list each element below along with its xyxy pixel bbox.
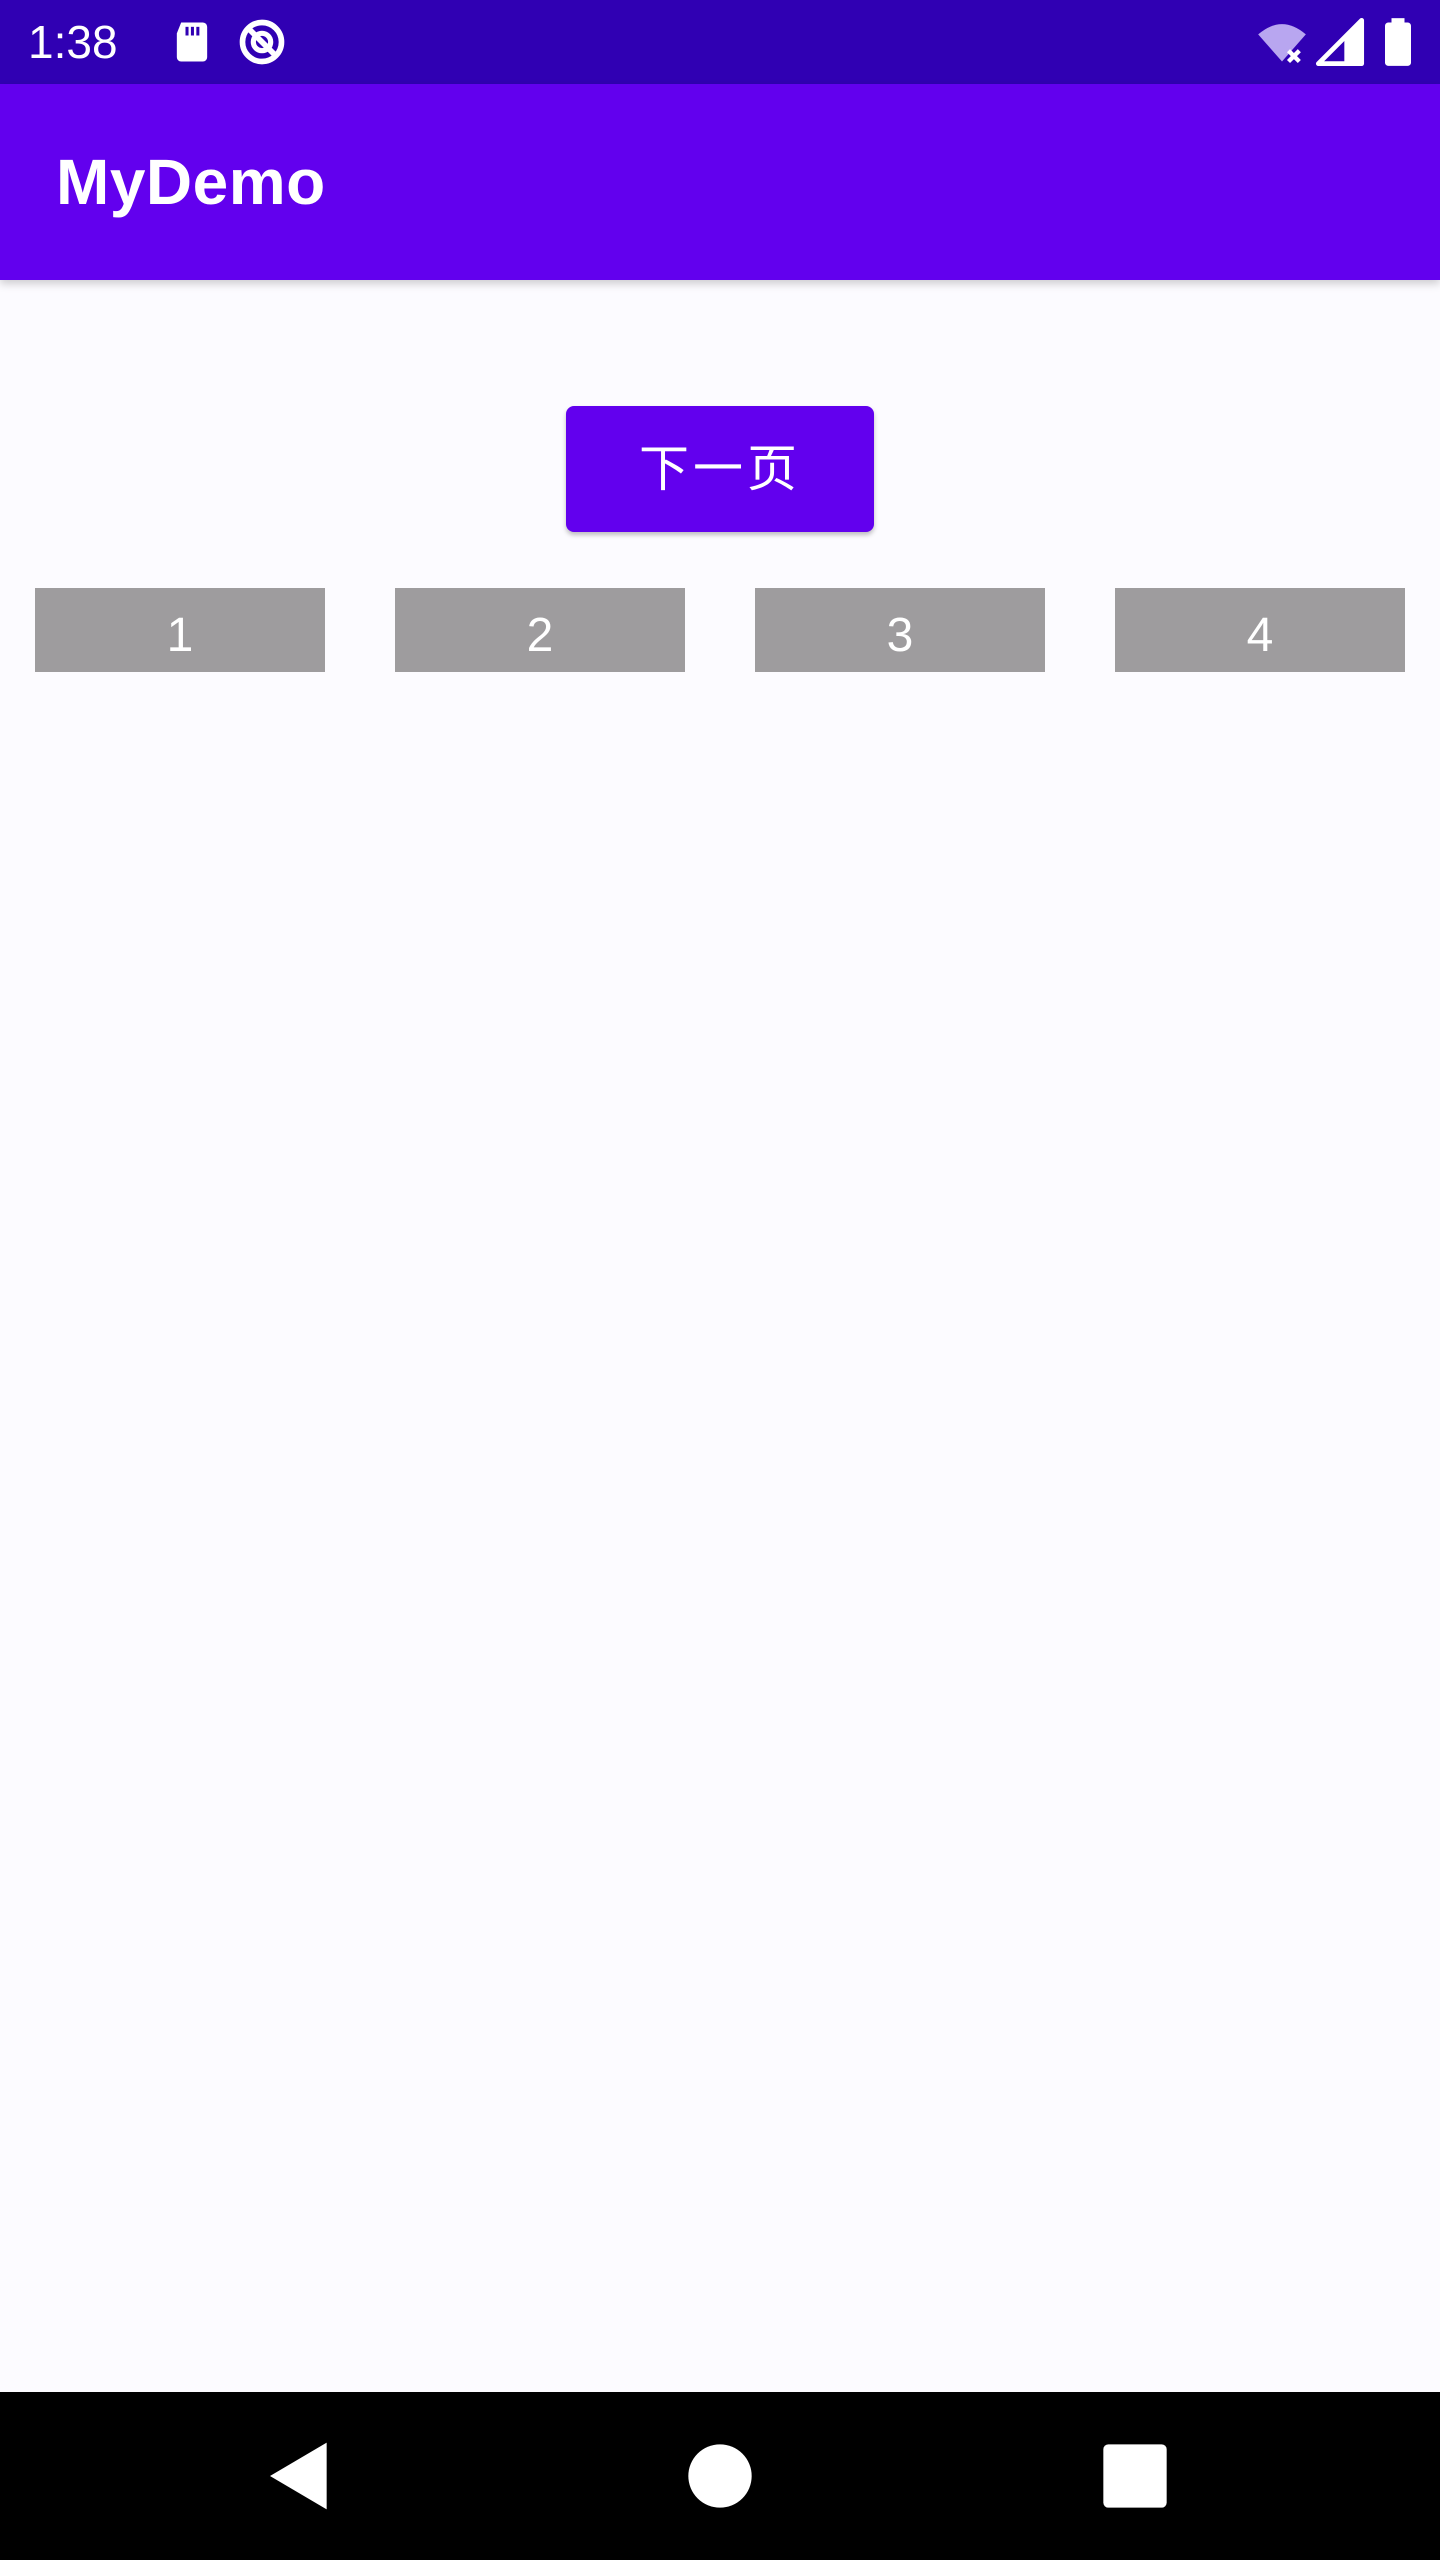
number-box-4[interactable]: 4 (1115, 588, 1405, 672)
status-bar: 1:38 (0, 0, 1440, 84)
signal-icon (1314, 16, 1366, 68)
number-box-1[interactable]: 1 (35, 588, 325, 672)
number-box-3[interactable]: 3 (755, 588, 1045, 672)
next-page-button[interactable]: 下一页 (566, 406, 874, 532)
app-title: MyDemo (56, 146, 326, 218)
home-icon[interactable] (680, 2436, 760, 2516)
battery-icon (1372, 16, 1424, 68)
recents-icon[interactable] (1095, 2436, 1175, 2516)
app-bar: MyDemo (0, 84, 1440, 280)
status-time: 1:38 (28, 16, 118, 68)
sync-icon (236, 16, 288, 68)
wifi-icon (1256, 16, 1308, 68)
sd-card-icon (166, 16, 218, 68)
number-box-2[interactable]: 2 (395, 588, 685, 672)
navigation-bar (0, 2392, 1440, 2560)
back-icon[interactable] (260, 2436, 340, 2516)
